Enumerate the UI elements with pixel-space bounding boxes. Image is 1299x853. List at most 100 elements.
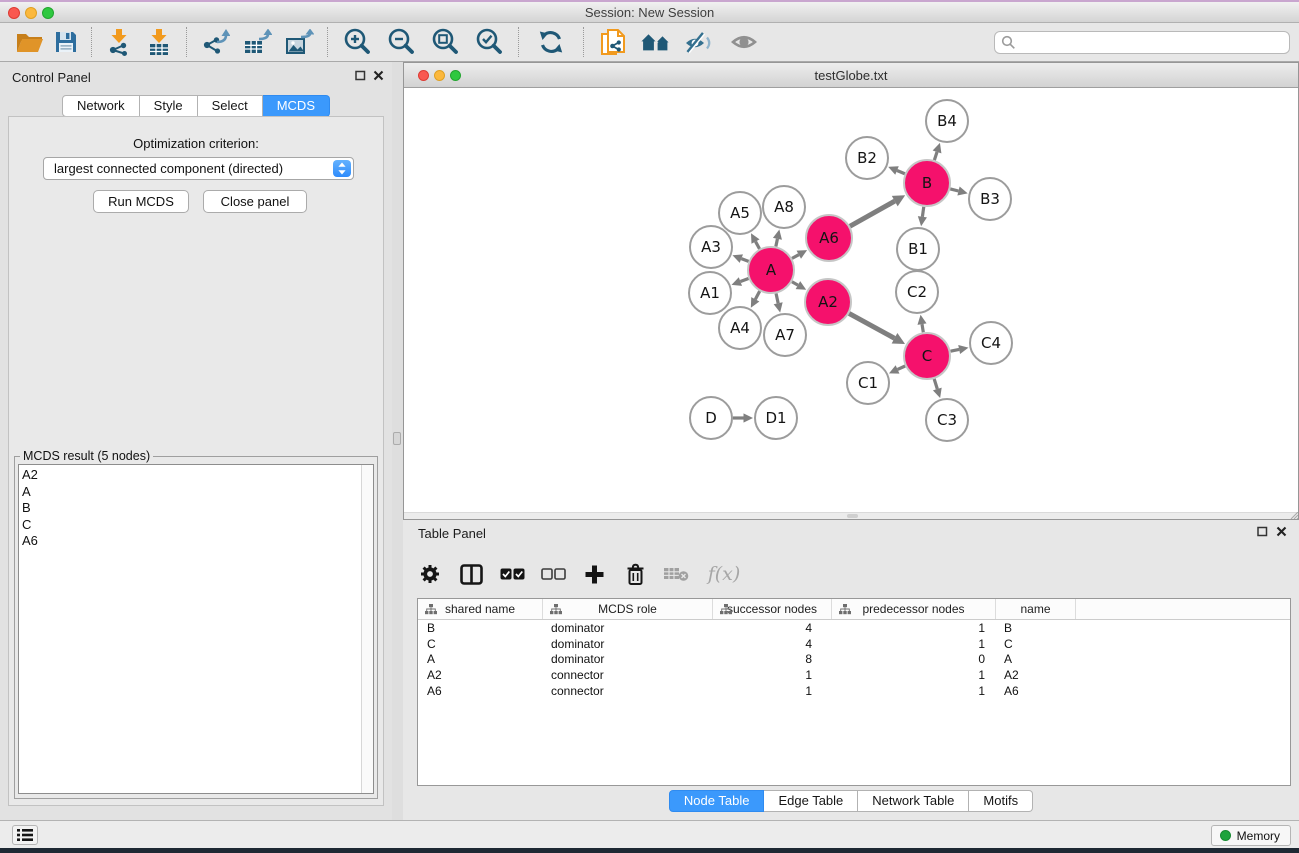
float-panel-icon[interactable]	[355, 70, 366, 81]
save-session-icon[interactable]	[48, 24, 84, 60]
graph-edge-A-A4[interactable]	[751, 291, 760, 308]
result-item[interactable]: C	[22, 517, 357, 534]
unselect-all-columns-icon[interactable]	[540, 559, 566, 589]
tab-motifs[interactable]: Motifs	[969, 790, 1033, 812]
graph-edge-A2-C[interactable]	[849, 313, 905, 344]
mcds-result-list[interactable]: A2ABCA6	[18, 464, 374, 794]
graph-node-A3[interactable]: A3	[690, 226, 732, 268]
delete-table-icon[interactable]	[663, 559, 689, 589]
table-cell[interactable]: 0	[832, 652, 996, 666]
graph-node-D[interactable]: D	[690, 397, 732, 439]
graph-edge-C-C2[interactable]	[917, 315, 926, 333]
table-cell[interactable]: 1	[713, 684, 832, 698]
graph-edge-B-B3[interactable]	[950, 187, 967, 196]
resize-grip-icon[interactable]	[1288, 512, 1298, 519]
graph-edge-B-B1[interactable]	[918, 207, 927, 226]
graph-node-C4[interactable]: C4	[970, 322, 1012, 364]
graph-node-B2[interactable]: B2	[846, 137, 888, 179]
network-canvas[interactable]: B4B2BB3A5A8A6A3B1AA1C2A2A4A7C4CC1C3DD1	[404, 88, 1298, 512]
result-item[interactable]: A6	[22, 533, 357, 550]
table-cell[interactable]: A	[996, 652, 1076, 666]
splitter-grip[interactable]	[393, 432, 401, 445]
graph-node-B[interactable]: B	[904, 160, 950, 206]
panel-splitter[interactable]	[392, 62, 403, 820]
function-builder-icon[interactable]: f(x)	[704, 559, 744, 589]
table-cell[interactable]: connector	[543, 668, 713, 682]
graph-node-C1[interactable]: C1	[847, 362, 889, 404]
column-header-shared-name[interactable]: shared name	[418, 599, 543, 619]
table-cell[interactable]: connector	[543, 684, 713, 698]
graph-node-B4[interactable]: B4	[926, 100, 968, 142]
network-scrollbar[interactable]	[404, 512, 1298, 519]
result-scrollbar[interactable]	[361, 465, 373, 793]
tab-network-table[interactable]: Network Table	[858, 790, 969, 812]
table-cell[interactable]: dominator	[543, 621, 713, 635]
graph-node-A[interactable]: A	[748, 247, 794, 293]
first-neighbors-icon[interactable]	[635, 24, 677, 60]
table-cell[interactable]: B	[418, 621, 543, 635]
import-network-icon[interactable]	[99, 24, 139, 60]
graph-node-A2[interactable]: A2	[805, 279, 851, 325]
table-row[interactable]: A6connector11A6	[418, 683, 1290, 699]
open-session-icon[interactable]	[12, 24, 48, 60]
column-header-successor-nodes[interactable]: successor nodes	[713, 599, 832, 619]
zoom-out-icon[interactable]	[379, 24, 423, 60]
tab-node-table[interactable]: Node Table	[669, 790, 765, 812]
table-cell[interactable]: 1	[832, 668, 996, 682]
close-panel-icon[interactable]	[373, 70, 384, 81]
column-header-predecessor-nodes[interactable]: predecessor nodes	[832, 599, 996, 619]
table-cell[interactable]: A6	[996, 684, 1076, 698]
table-cell[interactable]: 1	[832, 621, 996, 635]
network-window-titlebar[interactable]: testGlobe.txt	[404, 63, 1298, 88]
run-mcds-button[interactable]: Run MCDS	[93, 190, 189, 213]
tab-edge-table[interactable]: Edge Table	[764, 790, 858, 812]
table-row[interactable]: Bdominator41B	[418, 620, 1290, 636]
graph-edge-D-D1[interactable]	[733, 413, 753, 422]
hide-selected-icon[interactable]	[677, 24, 721, 60]
tab-style[interactable]: Style	[140, 95, 198, 117]
tab-mcds[interactable]: MCDS	[263, 95, 330, 117]
export-network-icon[interactable]	[194, 24, 236, 60]
new-network-from-selection-icon[interactable]	[591, 24, 635, 60]
table-cell[interactable]: A6	[418, 684, 543, 698]
graph-edge-A-A7[interactable]	[774, 293, 783, 312]
refresh-icon[interactable]	[526, 24, 576, 60]
result-item[interactable]: A2	[22, 467, 357, 484]
delete-columns-icon[interactable]	[622, 559, 648, 589]
graph-edge-C-C1[interactable]	[889, 365, 905, 373]
task-history-button[interactable]	[12, 825, 38, 845]
graph-edge-A-A2[interactable]	[792, 281, 806, 290]
table-row[interactable]: A2connector11A2	[418, 667, 1290, 683]
graph-node-A5[interactable]: A5	[719, 192, 761, 234]
graph-node-B3[interactable]: B3	[969, 178, 1011, 220]
table-settings-icon[interactable]	[417, 559, 443, 589]
table-cell[interactable]: A	[418, 652, 543, 666]
graph-node-C3[interactable]: C3	[926, 399, 968, 441]
table-cell[interactable]: A2	[418, 668, 543, 682]
select-all-columns-icon[interactable]	[499, 559, 525, 589]
table-cell[interactable]: 4	[713, 637, 832, 651]
graph-edge-A-A1[interactable]	[732, 277, 749, 286]
table-cell[interactable]: 1	[832, 684, 996, 698]
graph-node-B1[interactable]: B1	[897, 228, 939, 270]
graph-edge-A-A3[interactable]	[732, 254, 748, 263]
graph-node-A7[interactable]: A7	[764, 314, 806, 356]
column-header-name[interactable]: name	[996, 599, 1076, 619]
export-table-icon[interactable]	[236, 24, 278, 60]
table-cell[interactable]: B	[996, 621, 1076, 635]
memory-button[interactable]: Memory	[1211, 825, 1291, 846]
table-cell[interactable]: C	[996, 637, 1076, 651]
import-table-icon[interactable]	[139, 24, 179, 60]
graph-edge-C-C4[interactable]	[951, 345, 969, 354]
graph-node-A6[interactable]: A6	[806, 215, 852, 261]
create-column-icon[interactable]	[581, 559, 607, 589]
criterion-dropdown[interactable]: largest connected component (directed)	[43, 157, 354, 180]
result-item[interactable]: B	[22, 500, 357, 517]
network-scrollbar-thumb[interactable]	[847, 514, 858, 518]
table-cell[interactable]: C	[418, 637, 543, 651]
graph-edge-C-C3[interactable]	[933, 379, 942, 398]
graph-node-A1[interactable]: A1	[689, 272, 731, 314]
column-header-mcds-role[interactable]: MCDS role	[543, 599, 713, 619]
table-cell[interactable]: A2	[996, 668, 1076, 682]
zoom-fit-icon[interactable]	[423, 24, 467, 60]
